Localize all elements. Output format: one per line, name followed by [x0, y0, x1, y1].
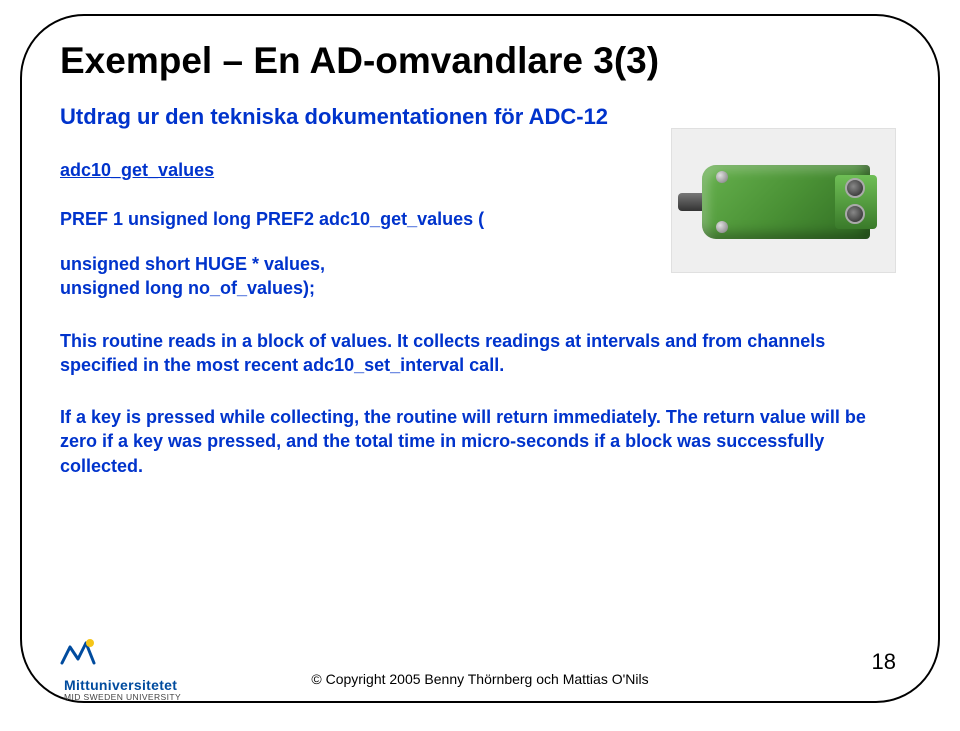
description-para-2: If a key is pressed while collecting, th…	[60, 405, 880, 478]
signature-param-2: unsigned long no_of_values);	[60, 276, 900, 300]
connector-port-icon	[845, 204, 865, 224]
slide: Exempel – En AD-omvandlare 3(3) Utdrag u…	[0, 0, 960, 731]
description-para-1: This routine reads in a block of values.…	[60, 329, 880, 378]
page-number: 18	[872, 649, 896, 675]
connector-screw-icon	[716, 221, 728, 233]
connector-photo	[671, 128, 896, 273]
logo-line-2: MID SWEDEN UNIVERSITY	[64, 693, 181, 702]
slide-title: Exempel – En AD-omvandlare 3(3)	[60, 40, 900, 82]
connector-port-icon	[845, 178, 865, 198]
slide-subtitle: Utdrag ur den tekniska dokumentationen f…	[60, 104, 900, 130]
connector-screw-icon	[716, 171, 728, 183]
slide-content: Exempel – En AD-omvandlare 3(3) Utdrag u…	[60, 40, 900, 611]
copyright-text: © Copyright 2005 Benny Thörnberg och Mat…	[0, 671, 960, 687]
